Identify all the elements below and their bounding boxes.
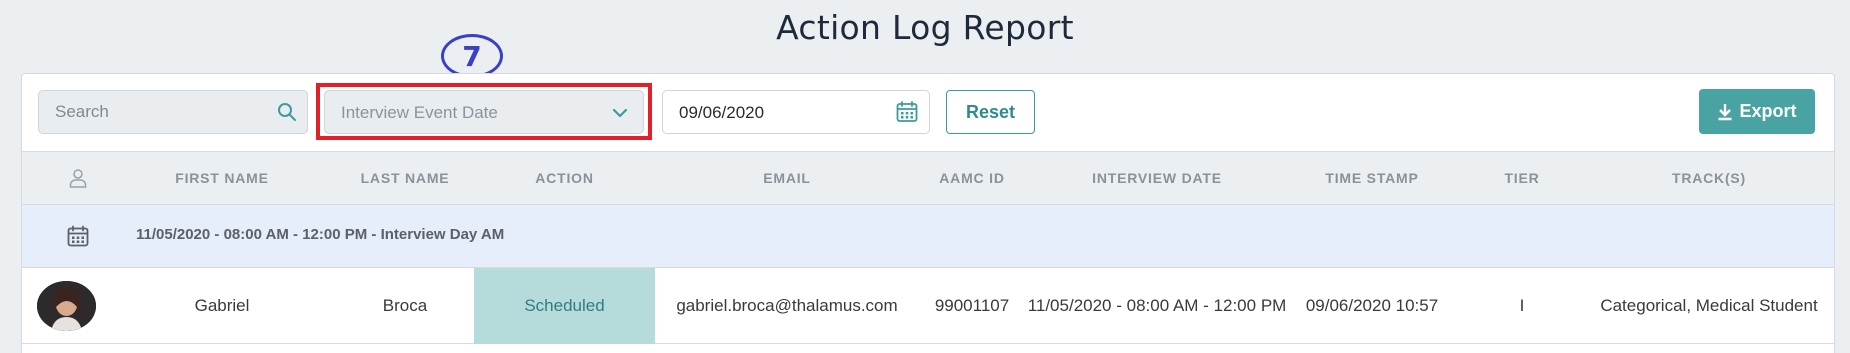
event-filter-label: Interview Event Date [341,103,498,122]
search-input[interactable] [39,91,269,133]
event-filter-dropdown[interactable]: Interview Event Date [324,90,644,134]
page-title: Action Log Report [776,8,1074,47]
column-header-action[interactable]: ACTION [474,152,655,204]
calendar-icon[interactable] [895,100,919,124]
export-button[interactable]: Export [1699,89,1815,134]
cell-action-status: Scheduled [474,268,655,344]
interview-group-label: 11/05/2020 - 08:00 AM - 12:00 PM - Inter… [136,226,505,243]
column-header-last-name[interactable]: LAST NAME [315,152,495,204]
calendar-icon [67,225,89,247]
person-icon [69,169,87,188]
toolbar: Interview Event Date 09/06/2020 Reset [22,74,1834,151]
cell-email: gabriel.broca@thalamus.com [676,296,898,315]
report-panel: Interview Event Date 09/06/2020 Reset [21,73,1835,353]
search-icon[interactable] [277,102,297,122]
reset-button[interactable]: Reset [946,90,1035,134]
chevron-down-icon [612,108,628,118]
column-header-tracks[interactable]: TRACK(S) [1582,152,1834,204]
avatar [37,281,96,331]
interview-group-row: 11/05/2020 - 08:00 AM - 12:00 PM - Inter… [22,205,1834,268]
date-value: 09/06/2020 [679,103,765,122]
cell-tier: I [1519,296,1525,315]
table-header: FIRST NAME LAST NAME ACTION EMAIL AAMC I… [22,151,1834,205]
column-header-time-stamp[interactable]: TIME STAMP [1287,152,1457,204]
column-header-aamc-id[interactable]: AAMC ID [917,152,1027,204]
cell-time-stamp: 09/06/2020 10:57 [1305,296,1439,315]
avatar-column-header [52,152,104,204]
date-picker-field[interactable]: 09/06/2020 [662,90,930,134]
column-header-tier[interactable]: TIER [1482,152,1562,204]
table-row[interactable]: Gabriel Broca Scheduled gabriel.broca@th… [22,268,1834,344]
column-header-first-name[interactable]: FIRST NAME [132,152,312,204]
cell-first-name: Gabriel [194,296,250,315]
cell-aamc-id: 99001107 [934,296,1010,315]
download-icon [1718,103,1732,120]
step-annotation-badge: 7 [441,34,503,78]
column-header-email[interactable]: EMAIL [672,152,902,204]
cell-tracks: Categorical, Medical Student [1600,296,1818,315]
cell-interview-date: 11/05/2020 - 08:00 AM - 12:00 PM [1027,296,1287,315]
export-label: Export [1739,101,1797,121]
search-box [38,90,308,134]
column-header-interview-date[interactable]: INTERVIEW DATE [1042,152,1272,204]
cell-last-name: Broca [382,296,428,315]
avatar-portrait [37,281,96,331]
